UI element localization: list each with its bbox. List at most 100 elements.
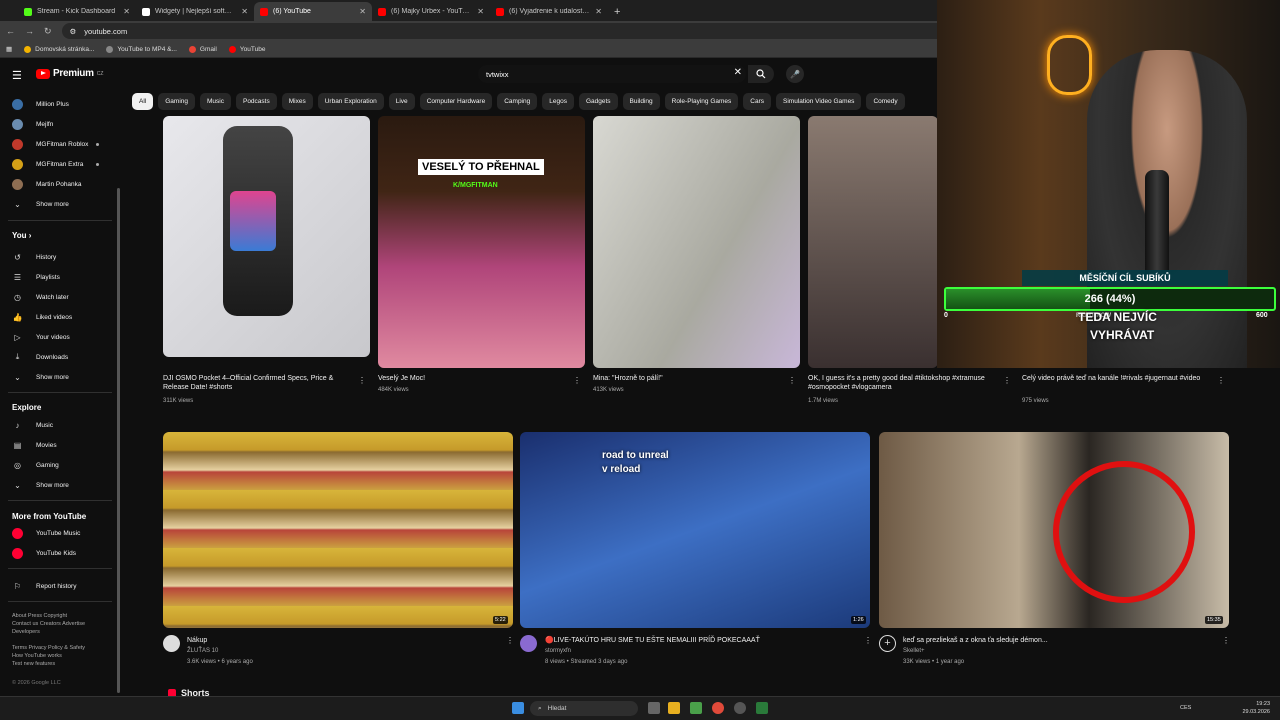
clock[interactable]: 19:23 29.03.2026 <box>1228 700 1270 716</box>
sidebar-item-downloads[interactable]: ⤓ Downloads <box>0 348 118 366</box>
more-actions-icon[interactable]: ⋮ <box>506 636 514 645</box>
chip[interactable]: Comedy <box>866 93 905 110</box>
apps-icon[interactable]: ▦ <box>6 45 12 53</box>
footer-links[interactable]: How YouTube works <box>12 652 112 660</box>
footer-links[interactable]: Test new features <box>12 660 112 668</box>
video-title[interactable]: Mina: "Hrozně to pálí!" <box>593 374 783 383</box>
windows-start-icon[interactable] <box>512 702 524 714</box>
show-more-explore[interactable]: ⌄ Show more <box>0 476 118 494</box>
sidebar-item-report-history[interactable]: ⚐ Report history <box>0 577 118 595</box>
video-title[interactable]: OK, I guess it's a pretty good deal #tik… <box>808 374 998 392</box>
close-tab-icon[interactable]: ✕ <box>595 7 602 16</box>
footer-links[interactable]: Developers <box>12 628 112 636</box>
sidebar-item-mgfitman-roblox[interactable]: MGFitman Roblox <box>0 135 118 153</box>
more-actions-icon[interactable]: ⋮ <box>864 636 872 645</box>
sidebar-item-million-plus[interactable]: Million Plus <box>0 95 118 113</box>
video-thumbnail[interactable] <box>163 116 370 357</box>
channel-name[interactable]: ŽLUŤAS 10 <box>187 647 218 655</box>
you-heading[interactable]: You › <box>12 231 31 240</box>
chip[interactable]: Legos <box>542 93 574 110</box>
more-actions-icon[interactable]: ⋮ <box>1222 636 1230 645</box>
video-thumbnail[interactable]: road to unreal v reload <box>520 432 870 628</box>
chip[interactable]: Simulation Video Games <box>776 93 862 110</box>
forward-icon[interactable]: → <box>25 26 34 36</box>
tab-youtube[interactable]: (6) YouTube ✕ <box>254 2 372 21</box>
chip[interactable]: Computer Hardware <box>419 93 493 110</box>
sidebar-item-history[interactable]: ↺ History <box>0 248 118 266</box>
chip[interactable]: Mixes <box>281 93 313 110</box>
chip-all[interactable]: All <box>132 93 154 110</box>
chip[interactable]: Urban Exploration <box>317 93 384 110</box>
back-icon[interactable]: ← <box>6 26 15 36</box>
footer-links[interactable]: Terms Privacy Policy & Safety <box>12 644 112 652</box>
menu-icon[interactable]: ☰ <box>12 69 22 82</box>
video-thumbnail[interactable] <box>593 116 800 368</box>
video-title[interactable]: Veselý Je Moc! <box>378 374 568 383</box>
tab-kick-dashboard[interactable]: Stream - Kick Dashboard ✕ <box>18 2 136 21</box>
footer-links[interactable]: Contact us Creators Advertise <box>12 620 112 628</box>
chip[interactable]: Role-Playing Games <box>664 93 739 110</box>
video-title[interactable]: 🔴LIVE-TAKÚTO HRU SME TU EŠTE NEMALIII PR… <box>545 636 845 645</box>
footer-links[interactable]: About Press Copyright <box>12 612 112 620</box>
sidebar-item-youtube-music[interactable]: YouTube Music <box>0 524 118 542</box>
tab-widgety[interactable]: Widgety | Nejlepší software pro... ✕ <box>136 2 254 21</box>
taskbar-search[interactable]: ⌕ Hledat <box>530 701 638 716</box>
chip[interactable]: Cars <box>743 93 772 110</box>
voice-search-button[interactable]: 🎤 <box>786 65 804 83</box>
new-tab-button[interactable]: + <box>614 6 620 18</box>
sidebar-item-martin-pohanka[interactable]: Martin Pohanka <box>0 175 118 193</box>
chip[interactable]: Podcasts <box>235 93 277 110</box>
sidebar-item-mgfitman-extra[interactable]: MGFitman Extra <box>0 155 118 173</box>
video-thumbnail[interactable] <box>163 432 513 628</box>
video-thumbnail[interactable] <box>879 432 1229 628</box>
sidebar-item-mejlfn[interactable]: Mejlfn <box>0 115 118 133</box>
channel-avatar[interactable] <box>163 635 180 652</box>
file-explorer-icon[interactable] <box>668 702 680 714</box>
video-thumbnail[interactable] <box>808 116 938 368</box>
channel-name[interactable]: stormyxfn <box>545 647 571 655</box>
close-tab-icon[interactable]: ✕ <box>477 7 484 16</box>
chip[interactable]: Music <box>200 93 231 110</box>
sidebar-item-playlists[interactable]: ☰ Playlists <box>0 268 118 286</box>
sidebar-item-youtube-kids[interactable]: YouTube Kids <box>0 544 118 562</box>
tab-vyjadrenie[interactable]: (6) Vyjadrenie k udalostiam v D... ✕ <box>490 2 608 21</box>
video-title[interactable]: keď sa prezliekaš a z okna ťa sleduje dé… <box>903 636 1203 645</box>
task-view-icon[interactable] <box>648 702 660 714</box>
bookmark-youtube[interactable]: YouTube <box>228 45 265 53</box>
video-title[interactable]: DJI OSMO Pocket 4–Official Confirmed Spe… <box>163 374 353 392</box>
more-actions-icon[interactable]: ⋮ <box>1003 376 1011 385</box>
add-channel-icon[interactable]: + <box>879 635 896 652</box>
chip[interactable]: Live <box>388 93 415 110</box>
bookmark-yt-mp4[interactable]: YouTube to MP4 &... <box>106 45 177 53</box>
store-icon[interactable] <box>690 702 702 714</box>
chip[interactable]: Camping <box>497 93 538 110</box>
chip[interactable]: Gadgets <box>578 93 618 110</box>
show-more-you[interactable]: ⌄ Show more <box>0 368 118 386</box>
search-input[interactable]: tvtwixx ✕ <box>478 65 746 83</box>
bookmark-home[interactable]: Domovská stránka... <box>24 45 94 53</box>
chrome-icon[interactable] <box>712 702 724 714</box>
video-title[interactable]: Celý video právě teď na kanále !#rivals … <box>1022 374 1212 383</box>
sidebar-item-liked-videos[interactable]: 👍 Liked videos <box>0 308 118 326</box>
more-actions-icon[interactable]: ⋮ <box>358 376 366 385</box>
more-actions-icon[interactable]: ⋮ <box>788 376 796 385</box>
chip[interactable]: Gaming <box>158 93 195 110</box>
language-indicator[interactable]: CES <box>1180 704 1191 712</box>
sidebar-item-gaming[interactable]: ◎ Gaming <box>0 456 118 474</box>
video-thumbnail[interactable]: VESELÝ TO PŘEHNAL K/MGFITMAN <box>378 116 585 368</box>
sidebar-item-music[interactable]: ♪ Music <box>0 416 118 434</box>
sidebar-item-your-videos[interactable]: ▷ Your videos <box>0 328 118 346</box>
site-info-icon[interactable]: ⚙ <box>70 27 77 36</box>
channel-name[interactable]: Skellet+ <box>903 647 925 655</box>
more-actions-icon[interactable]: ⋮ <box>573 376 581 385</box>
tab-majky-urbex[interactable]: (6) Majky Urbex - YouTube ✕ <box>372 2 490 21</box>
channel-avatar[interactable] <box>520 635 537 652</box>
search-button[interactable] <box>748 65 774 83</box>
sidebar-scrollbar[interactable] <box>117 188 120 693</box>
clear-search-icon[interactable]: ✕ <box>734 67 742 78</box>
sidebar-item-watch-later[interactable]: ◷ Watch later <box>0 288 118 306</box>
close-tab-icon[interactable]: ✕ <box>241 7 248 16</box>
app-icon[interactable] <box>734 702 746 714</box>
youtube-logo[interactable]: Premium CZ <box>36 68 103 79</box>
more-actions-icon[interactable]: ⋮ <box>1217 376 1225 385</box>
